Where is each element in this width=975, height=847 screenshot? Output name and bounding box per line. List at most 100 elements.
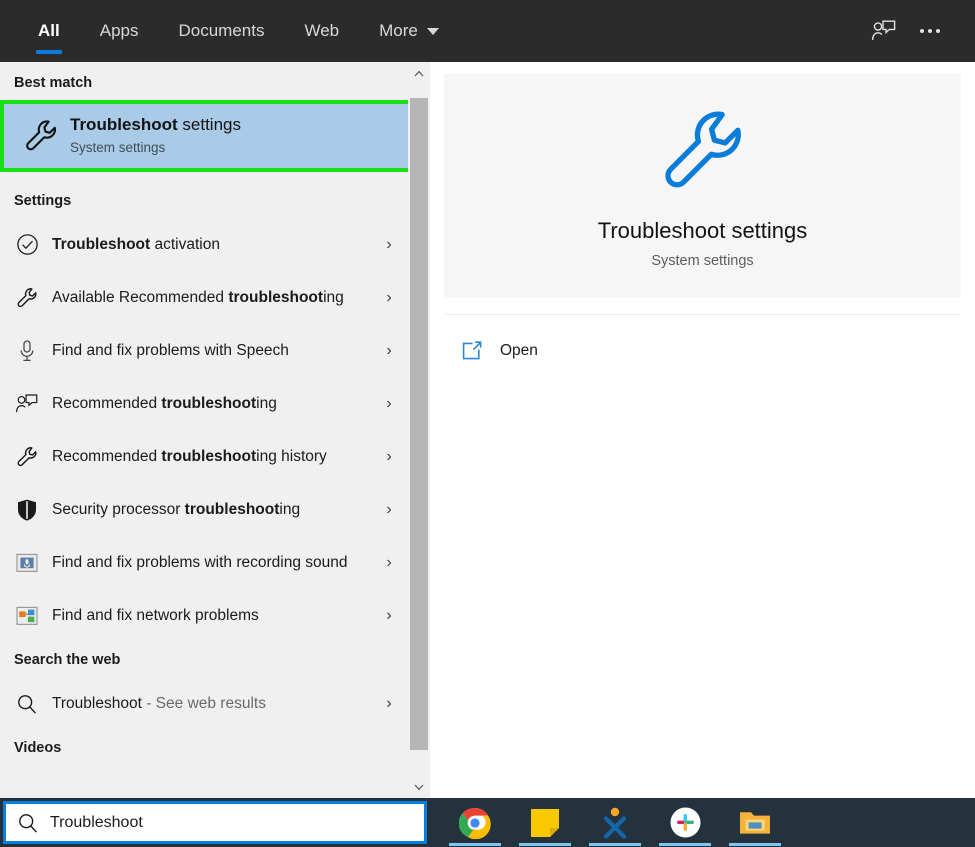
feedback-button[interactable] xyxy=(861,8,907,54)
list-item-available-recommended-troubleshooting[interactable]: Available Recommended troubleshooting › xyxy=(0,271,408,324)
wrench-icon xyxy=(655,103,751,204)
chevron-right-icon[interactable]: › xyxy=(376,289,402,307)
taskbar-app-icons xyxy=(449,798,781,847)
chevron-right-icon[interactable]: › xyxy=(376,448,402,466)
scrollbar-track[interactable] xyxy=(408,84,430,776)
ellipsis-icon xyxy=(920,29,940,33)
wrench-icon xyxy=(12,117,70,155)
more-options-button[interactable] xyxy=(907,8,953,54)
list-item-label: Troubleshoot activation xyxy=(52,233,376,257)
list-item-recommended-troubleshooting-history[interactable]: Recommended troubleshooting history › xyxy=(0,430,408,483)
chrome-icon xyxy=(459,807,491,839)
tab-all[interactable]: All xyxy=(18,0,80,62)
list-item-recommended-troubleshooting[interactable]: Recommended troubleshooting › xyxy=(0,377,408,430)
best-match-title-rest: settings xyxy=(177,115,241,134)
scrollbar-down-button[interactable] xyxy=(408,776,430,798)
chevron-right-icon[interactable]: › xyxy=(376,695,402,713)
chevron-right-icon[interactable]: › xyxy=(376,607,402,625)
tab-more-label: More xyxy=(379,21,418,40)
person-feedback-icon xyxy=(10,388,44,420)
preview-title: Troubleshoot settings xyxy=(597,218,808,243)
chevron-down-icon xyxy=(414,784,424,790)
header-actions xyxy=(861,8,975,54)
taskbar-app-xodo[interactable] xyxy=(589,798,641,847)
sticky-notes-icon xyxy=(531,808,559,837)
match-rest: activation xyxy=(150,235,220,253)
chevron-right-icon[interactable]: › xyxy=(376,554,402,572)
best-match-title-bold: Troubleshoot xyxy=(70,115,178,134)
taskbar-app-slack[interactable] xyxy=(659,798,711,847)
chevron-down-icon xyxy=(426,27,439,35)
tab-web-label: Web xyxy=(304,21,340,40)
match-rest: ing xyxy=(256,394,277,412)
best-match-subtitle: System settings xyxy=(70,140,166,155)
list-item-label: Available Recommended troubleshooting xyxy=(52,286,376,310)
match-bold: troubleshoot xyxy=(228,288,324,306)
check-circle-icon xyxy=(10,229,44,261)
tab-documents[interactable]: Documents xyxy=(158,0,284,62)
tab-more[interactable]: More xyxy=(359,0,459,62)
scrollbar-up-button[interactable] xyxy=(408,62,430,84)
web-section-label: Search the web xyxy=(14,652,121,668)
match-rest: ing xyxy=(323,288,344,306)
settings-section-label: Settings xyxy=(14,193,72,209)
list-item-label: Security processor troubleshooting xyxy=(52,498,376,522)
results-pane: Best match Troubleshoot settings System … xyxy=(0,62,408,798)
list-item-label: Find and fix problems with recording sou… xyxy=(52,553,348,571)
match-pre: Security processor xyxy=(52,500,185,518)
running-indicator xyxy=(449,843,501,846)
chevron-right-icon[interactable]: › xyxy=(376,501,402,519)
best-match-container: Troubleshoot settings System settings xyxy=(0,100,408,172)
list-item-search-the-web-troubleshoot[interactable]: Troubleshoot - See web results › xyxy=(0,677,408,730)
search-tab-bar: All Apps Documents Web More xyxy=(0,0,459,62)
tab-apps-label: Apps xyxy=(99,21,139,40)
match-rest: ing history xyxy=(256,447,327,465)
scrollbar-thumb[interactable] xyxy=(410,98,428,750)
list-item-label: Find and fix problems with Speech xyxy=(52,341,289,359)
match-rest: ing xyxy=(279,500,301,518)
tab-web[interactable]: Web xyxy=(284,0,359,62)
preview-pane: Troubleshoot settings System settings Op… xyxy=(430,62,975,798)
chevron-right-icon[interactable]: › xyxy=(376,236,402,254)
best-match-section-label: Best match xyxy=(14,75,93,91)
list-item-find-and-fix-problems-with-speech[interactable]: Find and fix problems with Speech › xyxy=(0,324,408,377)
best-match-result-troubleshoot-settings[interactable]: Troubleshoot settings System settings xyxy=(4,104,408,168)
match-pre: Recommended xyxy=(52,447,162,465)
chevron-right-icon[interactable]: › xyxy=(376,342,402,360)
match-pre: Recommended xyxy=(52,394,162,412)
search-icon xyxy=(10,688,44,720)
taskbar-app-chrome[interactable] xyxy=(449,798,501,847)
web-query: Troubleshoot xyxy=(52,694,142,712)
open-label: Open xyxy=(500,342,538,359)
tab-apps[interactable]: Apps xyxy=(80,0,159,62)
list-item-find-and-fix-network-problems[interactable]: Find and fix network problems › xyxy=(0,589,408,642)
open-action-button[interactable]: Open xyxy=(444,330,961,372)
taskbar-app-file-explorer[interactable] xyxy=(729,798,781,847)
best-match-text: Troubleshoot settings System settings xyxy=(70,114,241,158)
file-explorer-icon xyxy=(740,812,770,834)
list-item-troubleshoot-activation[interactable]: Troubleshoot activation › xyxy=(0,218,408,271)
running-indicator xyxy=(519,843,571,846)
taskbar-search-box[interactable]: Troubleshoot xyxy=(3,801,427,844)
list-item-security-processor-troubleshooting[interactable]: Security processor troubleshooting › xyxy=(0,483,408,536)
wrench-icon xyxy=(10,441,44,473)
preview-subtitle: System settings xyxy=(651,253,754,269)
wrench-icon xyxy=(10,282,44,314)
tab-all-label: All xyxy=(38,21,60,40)
best-match-title: Troubleshoot settings xyxy=(70,114,241,136)
list-item-find-and-fix-problems-with-recording-sound[interactable]: Find and fix problems with recording sou… xyxy=(0,536,408,589)
microphone-icon xyxy=(10,335,44,367)
preview-divider xyxy=(444,314,961,315)
match-bold: troubleshoot xyxy=(184,500,280,518)
results-scrollbar[interactable] xyxy=(408,62,430,798)
search-input[interactable]: Troubleshoot xyxy=(50,814,143,832)
recording-device-icon xyxy=(10,547,44,579)
web-suffix: - See web results xyxy=(141,694,266,712)
chevron-up-icon xyxy=(414,70,424,76)
network-icon xyxy=(10,600,44,632)
slack-icon xyxy=(670,807,700,838)
xodo-icon xyxy=(603,807,627,839)
chevron-right-icon[interactable]: › xyxy=(376,395,402,413)
taskbar-app-sticky-notes[interactable] xyxy=(519,798,571,847)
match-bold: troubleshoot xyxy=(161,447,257,465)
